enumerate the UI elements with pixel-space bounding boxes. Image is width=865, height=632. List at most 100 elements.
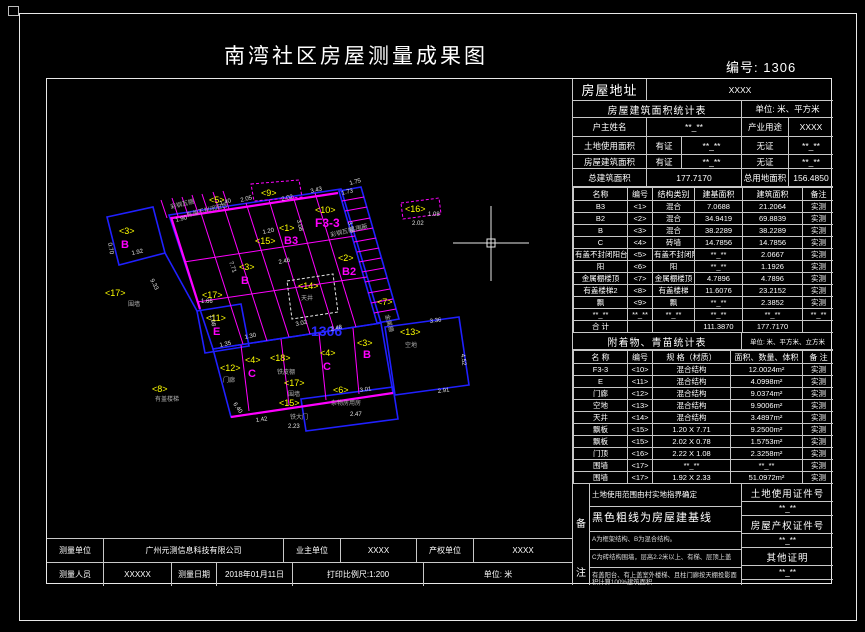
unit-note: 单位: 米 [424, 563, 572, 586]
tag-13: <13> [400, 327, 421, 337]
table-cell: <15> [628, 436, 653, 448]
table-row: 门廊<12>混合结构9.0374m²实测 [574, 388, 834, 400]
table-cell: <15> [628, 424, 653, 436]
total-land-value: 156.4850 [789, 169, 833, 186]
attach-table-title-row: 附着物、青苗统计表 单位: 米、平方米、立方米 [573, 333, 833, 350]
dim: 7.71 [227, 261, 237, 275]
table-cell: <17> [628, 472, 653, 484]
table-cell: 实测 [803, 297, 834, 309]
usage-label: 产业用途 [742, 118, 789, 136]
room-label-b: B [363, 349, 371, 361]
property-unit-value: XXXX [474, 539, 572, 562]
table-cell: **_** [695, 297, 743, 309]
table-cell: 混合 [653, 213, 695, 225]
land-area-label: 土地使用面积 [573, 137, 647, 154]
table-cell: 天井 [574, 412, 628, 424]
dim: 1.20 [262, 228, 275, 236]
table-cell: 飘板 [574, 424, 628, 436]
survey-unit-value: 广州元测信息科技有限公司 [104, 539, 284, 562]
room-label-f3-3: F3-3 [315, 216, 340, 230]
area-table-unit: 单位: 米、平方米 [742, 101, 833, 117]
tag-17: <17> [105, 288, 126, 298]
table-row: 天井<14>混合结构3.4897m²实测 [574, 412, 834, 424]
table-cell: 实测 [803, 424, 834, 436]
table-row: 金属棚楼顶<7>金属棚楼顶4.78964.7896实测 [574, 273, 834, 285]
table-cell [803, 321, 834, 333]
table-cell: B [574, 225, 628, 237]
col-no: 编号 [628, 188, 653, 201]
notes-vertical-label: 备 注 [573, 484, 590, 585]
area-table-title-row: 房屋建筑面积统计表 单位: 米、平方米 [573, 101, 833, 118]
doc-number-value: 1306 [763, 60, 796, 75]
tag-3: <3> [239, 262, 255, 272]
survey-sheet: <5><9><10><1><15><3><2><14><16><17><11><… [46, 78, 832, 584]
certificates-column: 土地使用证件号 **_** 房屋产权证件号 **_** 其他证明 **_** [742, 484, 833, 585]
dim: 0.70 [106, 242, 114, 255]
table-cell: 38.2289 [743, 225, 803, 237]
attach-table-title: 附着物、青苗统计表 [573, 333, 742, 349]
dim: 2.46 [278, 258, 291, 266]
table-cell: 金属棚楼顶 [653, 273, 695, 285]
house-cert-value: **_** [682, 155, 742, 168]
table-cell: 11.6076 [695, 285, 743, 297]
table-cell: <1> [628, 201, 653, 213]
table-cell: 空地 [574, 400, 628, 412]
dim: 2.91 [437, 387, 450, 395]
nocert-label: 无证 [742, 137, 789, 154]
table-cell: 门顶 [574, 448, 628, 460]
table-cell: 4.7896 [695, 273, 743, 285]
tag-7: <7> [377, 297, 393, 307]
table-cell: 23.2152 [743, 285, 803, 297]
col-no: 编号 [628, 351, 653, 364]
table-cell: C [574, 237, 628, 249]
data-panel: 房屋地址 XXXX 房屋建筑面积统计表 单位: 米、平方米 户主姓名 **_**… [572, 79, 833, 585]
building-outline-right-annex [385, 317, 469, 395]
col-name: 名 称 [574, 351, 628, 364]
owner-row: 户主姓名 **_** 产业用途 XXXX [573, 118, 833, 137]
tiny-label: 铁皮棚 [277, 368, 295, 376]
property-unit-label: 产权单位 [417, 539, 474, 562]
table-row: 围墙<17>**_****_**实测 [574, 460, 834, 472]
address-value: XXXX [647, 79, 833, 100]
tag-16: <16> [405, 204, 426, 214]
table-row: 有盖不封闭阳台<5>有盖不封闭阳台**_**2.0667实测 [574, 249, 834, 261]
crosshair-cursor[interactable] [453, 206, 529, 281]
table-cell: 9.9006m² [731, 400, 803, 412]
dim: 4.52 [459, 353, 467, 366]
notes-label-bottom: 注 [576, 564, 586, 579]
table-cell: 混合结构 [653, 364, 731, 376]
table-cell: 177.7170 [743, 321, 803, 333]
table-cell: 有盖不封闭阳台 [574, 249, 628, 261]
tiny-label: 彩钢瓦棚 [170, 197, 195, 211]
land-nocert-value: **_** [789, 137, 833, 154]
col-quantity: 面积、数量、体积 [731, 351, 803, 364]
table-cell: **_** [653, 460, 731, 472]
table-cell: 2.22 X 1.08 [653, 448, 731, 460]
note-line: 土地使用范围由村实地指界确定 [590, 484, 741, 507]
table-cell: **_** [628, 309, 653, 321]
table-cell: 实测 [803, 472, 834, 484]
col-structure: 结构类别 [653, 188, 695, 201]
table-cell: 飘 [653, 297, 695, 309]
floor-plan-canvas[interactable]: <5><9><10><1><15><3><2><14><16><17><11><… [47, 79, 572, 538]
table-cell: 实测 [803, 364, 834, 376]
room-label-c: C [248, 368, 256, 380]
table-cell: 12.0024m² [731, 364, 803, 376]
tiny-label: 铁大门 [290, 413, 308, 421]
table-cell: 实测 [803, 448, 834, 460]
table-cell: <5> [628, 249, 653, 261]
table-cell: **_** [695, 249, 743, 261]
table-cell: 实测 [803, 201, 834, 213]
stats-header-row: 名称 编号 结构类别 建基面积 建筑面积 备注 [574, 188, 834, 201]
survey-date-label: 测量日期 [172, 563, 217, 586]
tag-17: <17> [284, 378, 305, 388]
land-cert-no-value: **_** [742, 502, 833, 516]
table-cell: 实测 [803, 213, 834, 225]
house-cert-no-value: **_** [742, 534, 833, 548]
table-cell: 实测 [803, 261, 834, 273]
footer-row: 测量单位 广州元测信息科技有限公司 业主单位 XXXX 产权单位 XXXX [47, 539, 572, 563]
table-cell: 3.4897m² [731, 412, 803, 424]
notes-label-top: 备 [576, 515, 586, 530]
owner-unit-label: 业主单位 [284, 539, 341, 562]
dim: 3.01 [359, 386, 372, 394]
